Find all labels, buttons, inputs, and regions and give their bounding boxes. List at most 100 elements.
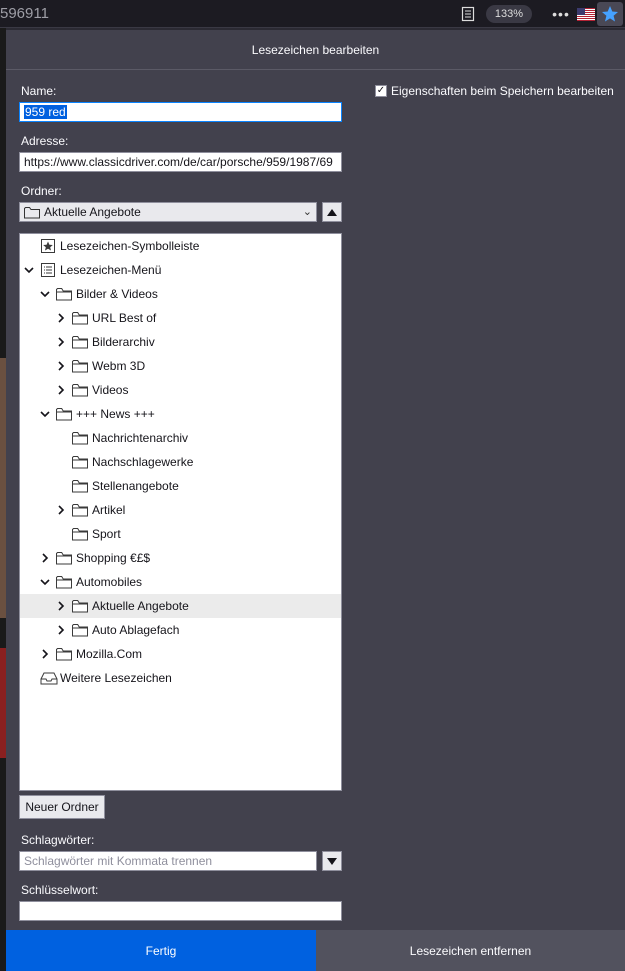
tree-row[interactable]: Sport bbox=[20, 522, 341, 546]
chevron-right-icon[interactable] bbox=[56, 313, 66, 323]
folder-icon bbox=[72, 335, 88, 349]
url-text[interactable]: 596911 bbox=[0, 5, 49, 22]
tree-row[interactable]: Bilderarchiv bbox=[20, 330, 341, 354]
address-label: Adresse: bbox=[21, 134, 69, 148]
save-properties-checkbox[interactable]: ✓ Eigenschaften beim Speichern bearbeite… bbox=[375, 84, 614, 98]
tree-row-label: URL Best of bbox=[92, 311, 157, 325]
tree-row-label: Lesezeichen-Symbolleiste bbox=[60, 239, 200, 253]
folder-icon bbox=[72, 455, 88, 469]
tree-row[interactable]: Mozilla.Com bbox=[20, 642, 341, 666]
folder-icon bbox=[72, 311, 88, 325]
folder-icon bbox=[72, 527, 88, 541]
tree-row-label: Auto Ablagefach bbox=[92, 623, 180, 637]
tree-row-label: Shopping €£$ bbox=[76, 551, 151, 565]
keyword-input[interactable] bbox=[19, 901, 342, 921]
name-field[interactable]: 959 red bbox=[19, 102, 342, 122]
tree-row-label: Lesezeichen-Menü bbox=[60, 263, 162, 277]
chevron-down-icon[interactable] bbox=[40, 577, 50, 587]
chevron-right-icon[interactable] bbox=[56, 505, 66, 515]
keyword-label: Schlüsselwort: bbox=[21, 883, 99, 897]
folder-icon bbox=[72, 431, 88, 445]
tree-row-label: Aktuelle Angebote bbox=[92, 599, 189, 613]
edit-bookmark-panel: Lesezeichen bearbeiten Name: 959 red ✓ E… bbox=[6, 30, 625, 971]
done-button[interactable]: Fertig bbox=[6, 930, 316, 971]
tree-row-label: Bilder & Videos bbox=[76, 287, 158, 301]
tree-row-label: Artikel bbox=[92, 503, 126, 517]
chevron-right-icon[interactable] bbox=[56, 601, 66, 611]
tree-row[interactable]: URL Best of bbox=[20, 306, 341, 330]
page-actions-menu-icon[interactable]: ••• bbox=[550, 3, 572, 25]
folder-icon bbox=[72, 599, 88, 613]
folder-icon bbox=[72, 383, 88, 397]
tree-row-label: Stellenangebote bbox=[92, 479, 179, 493]
tree-row-label: Sport bbox=[92, 527, 121, 541]
tree-row[interactable]: Automobiles bbox=[20, 570, 341, 594]
panel-title: Lesezeichen bearbeiten bbox=[6, 30, 625, 70]
chevron-right-icon[interactable] bbox=[40, 649, 50, 659]
folder-icon bbox=[72, 623, 88, 637]
tree-row[interactable]: Videos bbox=[20, 378, 341, 402]
chevron-down-icon[interactable] bbox=[40, 289, 50, 299]
chevron-right-icon[interactable] bbox=[56, 337, 66, 347]
url-bar[interactable]: 596911 133% ••• bbox=[0, 0, 625, 28]
chevron-down-icon: ⌄ bbox=[302, 206, 312, 218]
tree-row[interactable]: Stellenangebote bbox=[20, 474, 341, 498]
tree-row[interactable]: Lesezeichen-Menü bbox=[20, 258, 341, 282]
toolbar-star-icon bbox=[40, 239, 56, 253]
tree-row-label: Webm 3D bbox=[92, 359, 146, 373]
folder-icon bbox=[56, 551, 72, 565]
folder-icon bbox=[56, 407, 72, 421]
tree-row-label: Weitere Lesezeichen bbox=[60, 671, 172, 685]
us-flag-icon[interactable] bbox=[577, 3, 595, 25]
tree-row[interactable]: Nachschlagewerke bbox=[20, 450, 341, 474]
chevron-down-icon bbox=[327, 857, 337, 865]
chevron-right-icon[interactable] bbox=[56, 625, 66, 635]
save-properties-label: Eigenschaften beim Speichern bearbeiten bbox=[391, 84, 614, 98]
remove-bookmark-button[interactable]: Lesezeichen entfernen bbox=[316, 930, 625, 971]
folder-icon bbox=[56, 287, 72, 301]
chevron-right-icon[interactable] bbox=[40, 553, 50, 563]
chevron-right-icon[interactable] bbox=[56, 361, 66, 371]
name-value: 959 red bbox=[24, 105, 67, 119]
chevron-right-icon[interactable] bbox=[56, 385, 66, 395]
tree-row-label: Automobiles bbox=[76, 575, 143, 589]
address-field[interactable]: https://www.classicdriver.com/de/car/por… bbox=[19, 152, 342, 172]
name-label: Name: bbox=[21, 84, 57, 98]
bookmark-star-icon[interactable] bbox=[597, 2, 623, 26]
reader-view-icon[interactable] bbox=[457, 3, 479, 25]
tree-row[interactable]: Artikel bbox=[20, 498, 341, 522]
folder-icon bbox=[56, 647, 72, 661]
zoom-level-button[interactable]: 133% bbox=[486, 5, 532, 23]
tree-row[interactable]: Shopping €£$ bbox=[20, 546, 341, 570]
tree-row-label: Bilderarchiv bbox=[92, 335, 155, 349]
chevron-down-icon[interactable] bbox=[24, 265, 34, 275]
checkmark-icon[interactable]: ✓ bbox=[375, 85, 387, 97]
tags-input[interactable]: Schlagwörter mit Kommata trennen bbox=[19, 851, 317, 871]
folder-tree[interactable]: Lesezeichen-Symbolleiste Lesezeichen-Menü… bbox=[19, 233, 342, 791]
tree-row[interactable]: Weitere Lesezeichen bbox=[20, 666, 341, 690]
folder-label: Ordner: bbox=[21, 184, 62, 198]
tags-label: Schlagwörter: bbox=[21, 833, 95, 847]
new-folder-button[interactable]: Neuer Ordner bbox=[19, 795, 105, 819]
tree-row[interactable]: Nachrichtenarchiv bbox=[20, 426, 341, 450]
collapse-folder-tree-button[interactable] bbox=[322, 202, 342, 222]
folder-select[interactable]: Aktuelle Angebote ⌄ bbox=[19, 202, 317, 222]
tree-row-label: Nachrichtenarchiv bbox=[92, 431, 189, 445]
tree-row-label: Nachschlagewerke bbox=[92, 455, 194, 469]
tree-row-label: Mozilla.Com bbox=[76, 647, 143, 661]
tree-row[interactable]: Lesezeichen-Symbolleiste bbox=[20, 234, 341, 258]
chevron-up-icon bbox=[327, 208, 337, 216]
menu-list-icon bbox=[40, 263, 56, 277]
folder-icon bbox=[56, 575, 72, 589]
chevron-down-icon[interactable] bbox=[40, 409, 50, 419]
tree-row[interactable]: Aktuelle Angebote bbox=[20, 594, 341, 618]
tree-row-label: +++ News +++ bbox=[76, 407, 155, 421]
tree-row[interactable]: +++ News +++ bbox=[20, 402, 341, 426]
tree-row[interactable]: Auto Ablagefach bbox=[20, 618, 341, 642]
folder-icon bbox=[72, 359, 88, 373]
folder-icon bbox=[72, 479, 88, 493]
tree-row[interactable]: Webm 3D bbox=[20, 354, 341, 378]
tree-row[interactable]: Bilder & Videos bbox=[20, 282, 341, 306]
folder-icon bbox=[72, 503, 88, 517]
tags-dropdown-button[interactable] bbox=[322, 851, 342, 871]
